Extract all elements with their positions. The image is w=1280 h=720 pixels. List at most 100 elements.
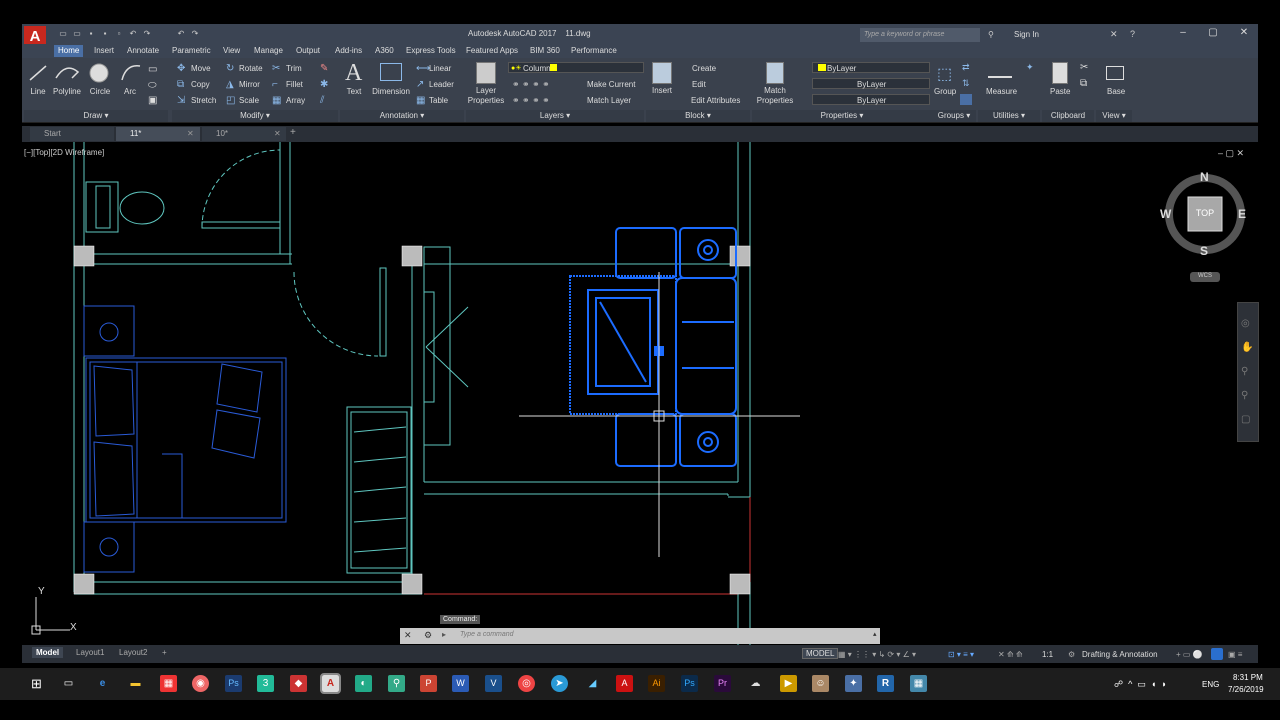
compass-north[interactable]: N bbox=[1200, 170, 1209, 184]
insert-button[interactable]: Insert bbox=[648, 86, 676, 95]
chrome-icon[interactable]: ◎ bbox=[518, 675, 535, 692]
app-icon[interactable]: ☁ bbox=[747, 675, 764, 692]
group-button[interactable]: Group bbox=[934, 87, 956, 96]
lineweight-combo[interactable]: ByLayer bbox=[812, 94, 930, 105]
utilities-tools-icon[interactable]: ✦ bbox=[1026, 62, 1034, 73]
ruby-icon[interactable]: ◆ bbox=[290, 675, 307, 692]
workspace-gear-icon[interactable]: ⚙ bbox=[1068, 650, 1075, 659]
layout-tab-model[interactable]: Model bbox=[32, 647, 64, 658]
edge-icon[interactable]: e bbox=[94, 675, 111, 692]
tab-home[interactable]: Home bbox=[54, 45, 84, 57]
exchange-apps-icon[interactable]: ✕ bbox=[1110, 29, 1118, 40]
copy-button[interactable]: Copy bbox=[191, 80, 210, 89]
photoshop-icon[interactable]: Ps bbox=[681, 675, 698, 692]
annotation-scale[interactable]: 1:1 bbox=[1042, 650, 1053, 659]
layer-tools-icon[interactable]: ⚭ ⚭ ⚭ ⚭ bbox=[512, 79, 550, 90]
undo-icon[interactable]: ↶ bbox=[128, 29, 138, 38]
word-icon[interactable]: W bbox=[452, 675, 469, 692]
polyline-button[interactable]: Polyline bbox=[52, 87, 82, 96]
store-icon[interactable]: ▦ bbox=[160, 675, 177, 692]
file-tab-start[interactable]: Start bbox=[30, 127, 114, 141]
layer-properties-button[interactable]: Layer Properties bbox=[466, 86, 506, 106]
draw-panel-title[interactable]: Draw ▾ bbox=[24, 110, 168, 122]
stretch-button[interactable]: Stretch bbox=[191, 96, 216, 105]
task-view-icon[interactable]: ▭ bbox=[60, 675, 77, 692]
tab-parametric[interactable]: Parametric bbox=[172, 46, 211, 55]
viewport-window-controls[interactable]: – ▢ ✕ bbox=[1218, 148, 1244, 159]
trim-button[interactable]: Trim bbox=[286, 64, 302, 73]
model-space-button[interactable]: MODEL bbox=[802, 648, 839, 659]
explode-icon[interactable]: ✱ bbox=[320, 79, 328, 90]
file-explorer-icon[interactable]: ▬ bbox=[127, 675, 144, 692]
close-tab-icon[interactable]: ✕ bbox=[187, 129, 194, 138]
vray-icon[interactable]: V bbox=[485, 675, 502, 692]
help-icon[interactable]: ? bbox=[1130, 29, 1135, 39]
app-icon[interactable]: ◢ bbox=[584, 675, 601, 692]
create-button[interactable]: Create bbox=[692, 64, 716, 73]
undo-icon[interactable]: ↶ bbox=[176, 29, 186, 38]
ucs-menu-button[interactable]: WCS bbox=[1193, 273, 1217, 279]
text-button[interactable]: Text bbox=[342, 87, 366, 96]
clock-time[interactable]: 8:31 PM bbox=[1233, 673, 1263, 682]
grid-icon[interactable]: ▦ ▾ ⋮⋮ ▾ ↳ ⟳ ▾ ∠ ▾ bbox=[838, 650, 916, 659]
photoshop-icon[interactable]: Ps bbox=[225, 675, 242, 692]
tab-add-ins[interactable]: Add-ins bbox=[335, 46, 362, 55]
firefox-icon[interactable]: ◉ bbox=[192, 675, 209, 692]
maximize-icon[interactable]: ▢ bbox=[1206, 27, 1220, 38]
revit-icon[interactable]: R bbox=[877, 675, 894, 692]
app-icon[interactable]: ◐ bbox=[355, 675, 372, 692]
workspace-switch[interactable]: Drafting & Annotation bbox=[1082, 650, 1158, 659]
command-history-toggle-icon[interactable]: ▴ bbox=[873, 630, 877, 638]
base-button[interactable]: Base bbox=[1107, 87, 1125, 96]
view-panel-title[interactable]: View ▾ bbox=[1096, 110, 1132, 122]
close-icon[interactable]: ✕ bbox=[1237, 27, 1251, 38]
telegram-icon[interactable]: ➤ bbox=[551, 675, 568, 692]
redo-icon[interactable]: ↷ bbox=[190, 29, 200, 38]
groups-panel-title[interactable]: Groups ▾ bbox=[932, 110, 976, 122]
layout-tab-layout1[interactable]: Layout1 bbox=[72, 647, 108, 658]
acrobat-icon[interactable]: A bbox=[616, 675, 633, 692]
status-tools-icon[interactable]: + ▭ ⚪ bbox=[1176, 650, 1203, 659]
annotation-panel-title[interactable]: Annotation ▾ bbox=[340, 110, 464, 122]
gradient-icon[interactable]: ▣ bbox=[148, 95, 157, 106]
arc-button[interactable]: Arc bbox=[120, 87, 140, 96]
edit-button[interactable]: Edit bbox=[692, 80, 706, 89]
layout-tab-layout2[interactable]: Layout2 bbox=[115, 647, 151, 658]
paste-button[interactable]: Paste bbox=[1050, 87, 1070, 96]
command-close-icon[interactable]: ✕ bbox=[404, 630, 412, 641]
tab-manage[interactable]: Manage bbox=[254, 46, 283, 55]
rectangle-icon[interactable]: ▭ bbox=[148, 64, 157, 75]
app-icon[interactable]: ✦ bbox=[845, 675, 862, 692]
copy-clip-icon[interactable]: ⧉ bbox=[1080, 78, 1087, 89]
cut-icon[interactable]: ✂ bbox=[1080, 62, 1088, 73]
line-button[interactable]: Line bbox=[28, 87, 48, 96]
sign-in-button[interactable]: Sign In bbox=[1014, 30, 1039, 39]
linetype-combo[interactable]: ByLayer bbox=[812, 78, 930, 89]
3ds-max-icon[interactable]: 3 bbox=[257, 675, 274, 692]
redo-icon[interactable]: ↷ bbox=[142, 29, 152, 38]
move-button[interactable]: Move bbox=[191, 64, 211, 73]
layers-panel-title[interactable]: Layers ▾ bbox=[466, 110, 644, 122]
linear-button[interactable]: Linear bbox=[429, 64, 451, 73]
start-icon[interactable]: ⊞ bbox=[28, 675, 45, 692]
app-icon[interactable]: ▦ bbox=[910, 675, 927, 692]
group-select-icon[interactable] bbox=[960, 94, 972, 105]
app-icon[interactable]: ▶ bbox=[780, 675, 797, 692]
new-layout-icon[interactable]: + bbox=[158, 647, 171, 658]
language-indicator[interactable]: ENG bbox=[1202, 680, 1219, 689]
compass-south[interactable]: S bbox=[1200, 244, 1208, 258]
array-button[interactable]: Array bbox=[286, 96, 305, 105]
print-icon[interactable]: ▫ bbox=[114, 29, 124, 38]
new-icon[interactable]: ▭ bbox=[58, 29, 68, 38]
tab-view[interactable]: View bbox=[223, 46, 240, 55]
offset-icon[interactable]: ⫽ bbox=[320, 95, 324, 106]
command-customize-icon[interactable]: ⚙ bbox=[424, 630, 432, 641]
premiere-icon[interactable]: Pr bbox=[714, 675, 731, 692]
minimize-icon[interactable]: – bbox=[1176, 27, 1190, 38]
block-panel-title[interactable]: Block ▾ bbox=[646, 110, 750, 122]
modify-panel-title[interactable]: Modify ▾ bbox=[172, 110, 338, 122]
autocad-taskbar-icon[interactable]: A bbox=[320, 673, 341, 694]
search-input[interactable]: Type a keyword or phrase bbox=[860, 28, 980, 42]
tray-icons[interactable]: ☍ ^ ▭ ◖ ◗ bbox=[1114, 679, 1167, 690]
viewport-controls[interactable]: [−][Top][2D Wireframe] bbox=[24, 148, 104, 157]
